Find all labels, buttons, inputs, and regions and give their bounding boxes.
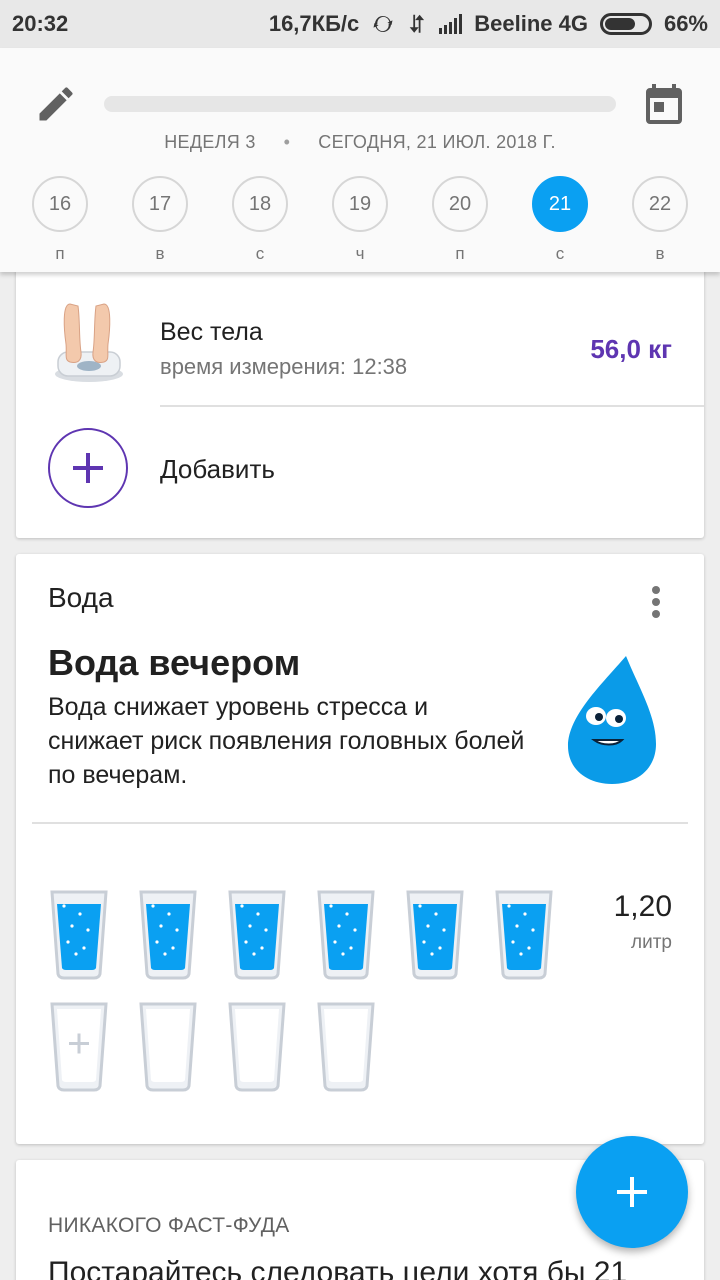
day-letter: в (155, 244, 165, 263)
today-date: СЕГОДНЯ, 21 ИЮЛ. 2018 Г. (318, 132, 556, 152)
separator-dot: • (283, 132, 291, 152)
day-17[interactable]: 17 в (132, 176, 188, 264)
day-number: 19 (332, 176, 388, 232)
week-date-line: НЕДЕЛЯ 3 • СЕГОДНЯ, 21 ИЮЛ. 2018 Г. (0, 132, 720, 153)
status-time: 20:32 (12, 11, 69, 36)
day-letter: п (455, 244, 465, 263)
water-litres-value: 1,20 (613, 890, 672, 923)
fastfood-text: Постарайтесь следовать цели хотя бы 21 (48, 1256, 628, 1280)
add-fab-button[interactable] (576, 1136, 688, 1248)
calendar-icon[interactable] (640, 80, 688, 128)
water-drop-mascot-icon (568, 656, 656, 784)
fastfood-title: НИКАКОГО ФАСТ-ФУДА (48, 1214, 290, 1237)
tip-title: Вода вечером (48, 642, 301, 683)
day-number: 17 (132, 176, 188, 232)
day-21-selected[interactable]: 21 с (532, 176, 588, 264)
water-glass-full[interactable] (406, 890, 464, 980)
water-title: Вода (48, 582, 114, 613)
day-number: 20 (432, 176, 488, 232)
weight-title: Вес тела (160, 318, 263, 346)
water-card: Вода Вода вечером Вода снижает уровень с… (16, 554, 704, 1144)
water-glass-full[interactable] (50, 890, 108, 980)
battery-icon (599, 13, 652, 35)
add-weight-button[interactable] (48, 428, 128, 508)
day-19[interactable]: 19 ч (332, 176, 388, 264)
tip-text: Вода снижает уровень стресса и снижает р… (48, 693, 525, 789)
more-vert-icon[interactable] (644, 584, 668, 620)
bathroom-scale-icon (55, 303, 123, 382)
day-number: 18 (232, 176, 288, 232)
plus-icon (617, 1177, 647, 1207)
day-number: 22 (632, 176, 688, 232)
data-transfer-icon (409, 14, 425, 33)
water-glass-full[interactable] (139, 890, 197, 980)
water-litres-unit: литр (631, 932, 672, 953)
water-glass-add[interactable] (50, 1002, 108, 1092)
day-number: 16 (32, 176, 88, 232)
day-selector: 16 п 17 в 18 с 19 ч 20 п 21 с 22 в (0, 176, 720, 272)
day-letter: ч (355, 244, 365, 263)
divider (32, 822, 688, 824)
weight-value[interactable]: 56,0 кг (590, 334, 672, 365)
day-number: 21 (532, 176, 588, 232)
battery-level: 66% (663, 11, 708, 36)
day-letter: с (555, 244, 565, 263)
weight-time: время измерения: 12:38 (160, 354, 408, 379)
water-glass-full[interactable] (228, 890, 286, 980)
pencil-icon[interactable] (34, 82, 78, 126)
water-glass-empty[interactable] (228, 1002, 286, 1092)
signal-icon (439, 14, 463, 34)
water-glass-empty[interactable] (139, 1002, 197, 1092)
water-glass-full[interactable] (495, 890, 553, 980)
day-16[interactable]: 16 п (32, 176, 88, 264)
weight-card: Вес тела время измерения: 12:38 56,0 кг … (16, 268, 704, 538)
status-icons: 16,7КБ/с Beeline 4G 66% (269, 11, 708, 37)
title-placeholder (104, 96, 616, 112)
plus-icon (73, 453, 103, 483)
week-label: НЕДЕЛЯ 3 (164, 132, 256, 152)
water-glass-full[interactable] (317, 890, 375, 980)
water-glasses (50, 890, 553, 1092)
day-20[interactable]: 20 п (432, 176, 488, 264)
add-weight-label[interactable]: Добавить (160, 454, 275, 485)
day-18[interactable]: 18 с (232, 176, 288, 264)
divider (160, 405, 704, 407)
day-letter: в (655, 244, 665, 263)
day-letter: п (55, 244, 65, 263)
carrier-name: Beeline 4G (474, 11, 588, 36)
status-bar: 20:32 16,7КБ/с Beeline 4G 66% (0, 0, 720, 48)
day-letter: с (255, 244, 265, 263)
water-glass-empty[interactable] (317, 1002, 375, 1092)
app-header: НЕДЕЛЯ 3 • СЕГОДНЯ, 21 ИЮЛ. 2018 Г. 16 п 1… (0, 48, 720, 272)
day-22[interactable]: 22 в (632, 176, 688, 264)
sync-icon (373, 15, 393, 33)
network-speed: 16,7КБ/с (268, 11, 360, 36)
